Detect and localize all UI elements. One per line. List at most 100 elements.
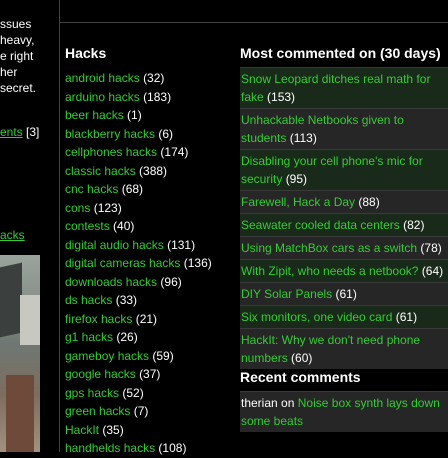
- hacks-category-count: (174): [160, 145, 189, 159]
- most-commented-count: (153): [267, 90, 296, 104]
- most-commented-count: (61): [335, 287, 357, 301]
- hacks-category-count: (33): [115, 293, 138, 307]
- sidebar-text-line: e right: [0, 49, 34, 63]
- hacks-category-item: gps hacks (52): [65, 384, 235, 403]
- hacks-category-count: (32): [143, 71, 165, 85]
- most-commented-heading: Most commented on (30 days): [240, 45, 441, 61]
- hacks-category-count: (59): [152, 348, 174, 363]
- most-commented-item: Seawater cooled data centers (82): [240, 213, 448, 236]
- header-rule: [60, 22, 448, 23]
- most-commented-count: (88): [358, 195, 380, 209]
- hacks-category-link[interactable]: gameboy hacks: [65, 349, 149, 363]
- most-commented-post-link[interactable]: Farewell, Hack a Day: [241, 195, 355, 209]
- hacks-category-link[interactable]: google hacks: [65, 367, 136, 381]
- hacks-category-count: (52): [122, 385, 144, 400]
- left-sidebar-clipped: ssues heavy, e right her secret. ents [3…: [0, 0, 40, 452]
- hacks-category-link[interactable]: classic hacks: [65, 164, 136, 178]
- hacks-category-count: (26): [116, 330, 138, 344]
- hacks-category-list: android hacks (32) arduino hacks (183) bee…: [65, 69, 235, 458]
- hacks-category-count: (21): [135, 311, 158, 326]
- most-commented-count: (60): [291, 351, 313, 365]
- hacks-category-link[interactable]: beer hacks: [65, 108, 124, 122]
- hacks-category-item: android hacks (32): [65, 69, 235, 88]
- most-commented-count: (61): [395, 310, 418, 324]
- hacks-category-item: firefox hacks (21): [65, 310, 235, 329]
- most-commented-post-link[interactable]: DIY Solar Panels: [241, 287, 332, 301]
- hacks-category-item: cellphones hacks (174): [65, 143, 235, 162]
- most-commented-post-link[interactable]: Disabling your cell phone's mic for secu…: [241, 154, 423, 186]
- hacks-category-count: (40): [113, 219, 135, 233]
- column-divider: [59, 0, 60, 452]
- hacks-category-link[interactable]: handhelds hacks: [65, 441, 155, 455]
- hacks-category-count: (1): [127, 108, 142, 122]
- hacks-heading: Hacks: [65, 45, 107, 61]
- hacks-category-item: g1 hacks (26): [65, 328, 235, 347]
- hacks-category-count: (68): [121, 182, 144, 196]
- sidebar-text-line: heavy,: [0, 33, 35, 47]
- most-commented-post-link[interactable]: With Zipit, who needs a netbook?: [241, 264, 418, 278]
- hacks-category-link[interactable]: g1 hacks: [65, 330, 113, 344]
- sidebar-comments-link-row: ents [3]: [0, 124, 40, 140]
- hacks-category-column: Hacks android hacks (32) arduino hacks (1…: [65, 45, 235, 458]
- most-commented-item: With Zipit, who needs a netbook? (64): [240, 259, 448, 282]
- hacks-category-item: green hacks (7): [65, 402, 235, 421]
- hacks-category-link[interactable]: digital cameras hacks: [65, 256, 180, 270]
- hacks-category-link[interactable]: cnc hacks: [65, 182, 118, 196]
- hacks-category-count: (388): [139, 163, 168, 178]
- hacks-category-link[interactable]: firefox hacks: [65, 312, 132, 326]
- most-commented-post-link[interactable]: Unhackable Netbooks given to students: [241, 113, 404, 145]
- sidebar-photo[interactable]: [0, 255, 40, 452]
- most-commented-post-link[interactable]: Seawater cooled data centers: [241, 218, 400, 232]
- sidebar-comments-link[interactable]: ents: [0, 125, 23, 139]
- most-commented-post-link[interactable]: Six monitors, one video card: [241, 310, 392, 324]
- hacks-category-link[interactable]: android hacks: [65, 71, 140, 85]
- sidebar-hacks-link[interactable]: acks: [0, 228, 25, 242]
- hacks-category-item: digital audio hacks (131): [65, 236, 235, 255]
- most-commented-column: Most commented on (30 days) Snow Leopard…: [240, 45, 448, 432]
- most-commented-count: (113): [289, 131, 317, 145]
- hacks-category-count: (131): [167, 237, 196, 252]
- hacks-category-count: (136): [183, 256, 212, 270]
- sidebar-comments-count: [3]: [26, 125, 40, 139]
- sidebar-text-line: her: [0, 65, 18, 79]
- most-commented-list: Snow Leopard ditches real math for fake …: [240, 67, 448, 369]
- most-commented-item: Disabling your cell phone's mic for secu…: [240, 149, 448, 190]
- recent-comment-item: therian on Noise box synth lays down som…: [240, 391, 448, 432]
- hacks-category-link[interactable]: arduino hacks: [65, 90, 140, 104]
- most-commented-item: Using MatchBox cars as a switch (78): [240, 236, 448, 259]
- most-commented-post-link[interactable]: HackIt: Why we don't need phone numbers: [241, 333, 420, 365]
- recent-comments-heading: Recent comments: [240, 369, 361, 385]
- recent-comment-on: on: [281, 396, 295, 410]
- hacks-category-link[interactable]: cons: [65, 201, 90, 215]
- recent-comments-list: therian on Noise box synth lays down som…: [240, 391, 448, 432]
- most-commented-count: (78): [420, 241, 442, 255]
- most-commented-count: (82): [403, 218, 425, 232]
- hacks-category-link[interactable]: HackIt: [65, 423, 99, 437]
- recent-comment-author: therian: [241, 396, 278, 410]
- hacks-category-count: (96): [160, 274, 182, 289]
- hacks-category-link[interactable]: contests: [65, 219, 110, 233]
- hacks-category-count: (6): [158, 126, 174, 141]
- hacks-category-item: digital cameras hacks (136): [65, 254, 235, 273]
- hacks-category-item: downloads hacks (96): [65, 273, 235, 292]
- hacks-category-item: google hacks (37): [65, 365, 235, 384]
- most-commented-item: HackIt: Why we don't need phone numbers …: [240, 328, 448, 369]
- hacks-category-link[interactable]: green hacks: [65, 404, 130, 418]
- hacks-category-count: (35): [102, 422, 124, 437]
- most-commented-count: (95): [285, 172, 308, 186]
- most-commented-item: Unhackable Netbooks given to students (1…: [240, 108, 448, 149]
- hacks-category-item: cons (123): [65, 199, 235, 218]
- most-commented-post-link[interactable]: Using MatchBox cars as a switch: [241, 241, 417, 255]
- hacks-category-link[interactable]: ds hacks: [65, 293, 112, 307]
- hacks-category-item: blackberry hacks (6): [65, 125, 235, 144]
- hacks-category-item: handhelds hacks (108): [65, 439, 235, 458]
- hacks-category-item: arduino hacks (183): [65, 88, 235, 107]
- hacks-category-link[interactable]: downloads hacks: [65, 275, 157, 289]
- hacks-category-item: beer hacks (1): [65, 106, 235, 125]
- hacks-category-link[interactable]: cellphones hacks: [65, 145, 157, 159]
- hacks-category-link[interactable]: digital audio hacks: [65, 238, 164, 252]
- hacks-category-link[interactable]: blackberry hacks: [65, 127, 155, 141]
- hacks-category-link[interactable]: gps hacks: [65, 386, 119, 400]
- hacks-category-count: (123): [93, 200, 122, 215]
- hacks-category-item: contests (40): [65, 217, 235, 236]
